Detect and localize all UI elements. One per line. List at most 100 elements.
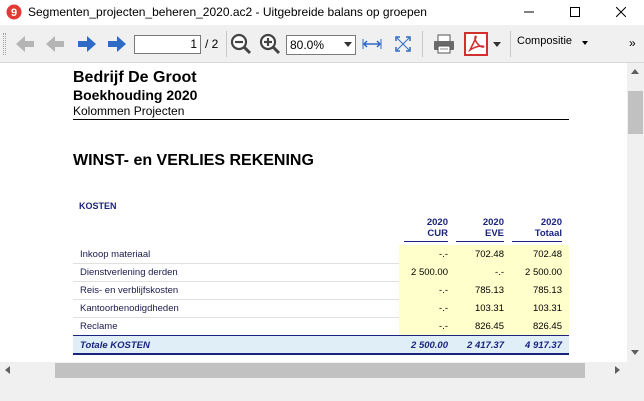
document-viewport[interactable]: Bedrijf De Groot Boekhouding 2020 Kolomm…: [0, 63, 627, 362]
table-row: Reis- en verblijfskosten -.- 785.13 785.…: [73, 281, 569, 299]
fit-page-button[interactable]: [391, 25, 415, 63]
status-bar: [0, 379, 644, 401]
app-window: 9 Segmenten_projecten_beheren_2020.ac2 -…: [0, 0, 644, 401]
scrollbar-corner: [627, 362, 644, 379]
column-header-year: 2020: [482, 217, 504, 228]
first-page-button[interactable]: [12, 25, 38, 63]
scroll-left-icon[interactable]: [5, 366, 10, 374]
composition-button[interactable]: Compositie: [517, 35, 572, 47]
column-underline: [404, 241, 448, 242]
minimize-icon: [524, 11, 534, 13]
table-row: Reclame -.- 826.45 826.45: [73, 317, 569, 335]
arrow-last-icon: [108, 36, 126, 52]
report-subtitle: Kolommen Projecten: [73, 104, 185, 118]
cell-total: 2 500.00: [525, 267, 562, 278]
page-number-input[interactable]: 1: [134, 35, 201, 54]
cell-total: 785.13: [532, 285, 562, 296]
column-header-year: 2020: [540, 217, 562, 228]
total-total: 4 917.37: [525, 340, 562, 351]
previous-page-button[interactable]: [42, 25, 68, 63]
last-page-button[interactable]: [104, 25, 130, 63]
cell-total: 826.45: [532, 321, 562, 332]
scroll-right-icon[interactable]: [615, 366, 620, 374]
horizontal-scrollbar[interactable]: [0, 362, 627, 379]
row-label: Kantoorbenodigdheden: [80, 303, 179, 314]
column-header-code: CUR: [427, 228, 448, 239]
cell-total: 702.48: [532, 249, 562, 260]
section-heading: KOSTEN: [79, 201, 117, 211]
next-page-button[interactable]: [74, 25, 100, 63]
scroll-down-icon[interactable]: [631, 350, 639, 355]
column-header-total: 2020 Totaal: [506, 217, 562, 239]
close-icon: [616, 7, 626, 17]
arrow-first-icon: [16, 36, 34, 52]
total-underline: [73, 353, 569, 355]
row-label: Reis- en verblijfskosten: [80, 285, 179, 296]
cell-cur: -.-: [439, 249, 448, 260]
zoom-out-icon: [230, 33, 252, 55]
report-title: WINST- en VERLIES REKENING: [73, 152, 314, 169]
toolbar-separator: [510, 31, 511, 57]
arrow-left-icon: [46, 36, 64, 52]
printer-icon: [434, 34, 454, 54]
app-logo-icon: 9: [6, 4, 22, 20]
cell-cur: -.-: [439, 321, 448, 332]
toolbar-separator: [422, 31, 423, 57]
table-row: Kantoorbenodigdheden -.- 103.31 103.31: [73, 299, 569, 317]
zoom-value: 80.0%: [290, 38, 325, 52]
pdf-icon: [464, 32, 488, 56]
toolbar-grip[interactable]: [3, 33, 6, 55]
chevron-down-icon: [493, 41, 501, 47]
column-header-year: 2020: [426, 217, 448, 228]
fit-width-icon: [362, 39, 382, 49]
print-button[interactable]: [430, 25, 458, 63]
page-total-label: / 2: [205, 37, 219, 51]
minimize-button[interactable]: [506, 0, 552, 24]
row-label: Reclame: [80, 321, 118, 332]
window-title: Segmenten_projecten_beheren_2020.ac2 - U…: [28, 5, 427, 19]
table-row: Inkoop materiaal -.- 702.48 702.48: [73, 245, 569, 263]
vertical-scroll-thumb[interactable]: [628, 91, 643, 134]
table-row: Dienstverlening derden 2 500.00 -.- 2 50…: [73, 263, 569, 281]
cell-eve: 785.13: [474, 285, 504, 296]
close-button[interactable]: [598, 0, 644, 24]
zoom-in-icon: [259, 33, 281, 55]
svg-text:9: 9: [11, 7, 17, 19]
zoom-in-button[interactable]: [258, 25, 282, 63]
cell-cur: -.-: [439, 303, 448, 314]
total-eve: 2 417.37: [467, 340, 504, 351]
row-label: Inkoop materiaal: [80, 249, 151, 260]
cell-eve: 103.31: [474, 303, 504, 314]
cell-cur: 2 500.00: [411, 267, 448, 278]
fit-width-button[interactable]: [360, 25, 384, 63]
arrow-right-icon: [78, 36, 96, 52]
pdf-export-button[interactable]: [462, 25, 490, 63]
column-underline: [456, 241, 504, 242]
cell-eve: 826.45: [474, 321, 504, 332]
scroll-up-icon[interactable]: [631, 69, 639, 74]
toolbar-separator: [226, 31, 227, 57]
total-row: Totale KOSTEN 2 500.00 2 417.37 4 917.37: [73, 335, 569, 353]
cell-eve: 702.48: [474, 249, 504, 260]
chevron-down-icon[interactable]: [582, 41, 588, 45]
title-bar: 9 Segmenten_projecten_beheren_2020.ac2 -…: [0, 0, 644, 24]
fit-page-icon: [395, 36, 411, 52]
column-underline: [512, 241, 562, 242]
cell-cur: -.-: [439, 285, 448, 296]
vertical-scrollbar[interactable]: [627, 63, 644, 362]
company-name: Bedrijf De Groot: [73, 69, 197, 86]
total-cur: 2 500.00: [411, 340, 448, 351]
toolbar-overflow-button[interactable]: »: [629, 36, 636, 50]
header-divider: [73, 119, 569, 120]
book-name: Boekhouding 2020: [73, 87, 198, 103]
pdf-options-dropdown[interactable]: [491, 25, 503, 63]
maximize-button[interactable]: [552, 0, 598, 24]
chevron-down-icon: [344, 42, 352, 47]
column-header-code: Totaal: [534, 228, 562, 239]
zoom-select[interactable]: 80.0%: [286, 35, 356, 55]
column-header-eve: 2020 EVE: [448, 217, 504, 239]
zoom-out-button[interactable]: [229, 25, 253, 63]
row-label: Dienstverlening derden: [80, 267, 178, 278]
horizontal-scroll-thumb[interactable]: [55, 363, 585, 378]
cell-total: 103.31: [532, 303, 562, 314]
